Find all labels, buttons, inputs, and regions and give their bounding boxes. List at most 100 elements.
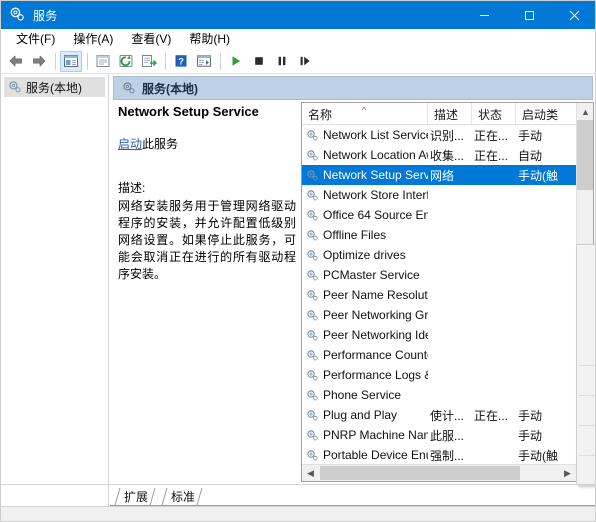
maximize-button[interactable] xyxy=(507,1,552,29)
main-content: 服务(本地) 服务(本地) Network Setup Service xyxy=(1,74,596,484)
context-menu-item[interactable]: 帮助(H) xyxy=(577,459,596,482)
service-name-text: Network Location Aware... xyxy=(323,148,428,162)
table-row[interactable]: Peer Networking Groupi... xyxy=(302,305,576,325)
table-row[interactable]: Network List Service识别...正在...手动 xyxy=(302,125,576,145)
tab-standard-label: 标准 xyxy=(171,488,195,505)
start-service-icon[interactable] xyxy=(225,51,247,72)
show-action-pane-icon[interactable] xyxy=(193,51,215,72)
properties-icon[interactable] xyxy=(92,51,114,72)
description-text: 网络安装服务用于管理网络驱动程序的安装，并允许配置低级别网络设置。如果停止此服务… xyxy=(118,198,296,283)
tab-standard[interactable]: 标准 xyxy=(161,487,203,505)
sort-ascending-icon: ^ xyxy=(362,105,366,115)
service-gear-icon xyxy=(306,249,319,262)
table-row[interactable]: PNRP Machine Name Pu...此服...手动 xyxy=(302,425,576,445)
export-list-icon[interactable] xyxy=(138,51,160,72)
tree-item-services-local[interactable]: 服务(本地) xyxy=(4,77,105,97)
horizontal-scroll-thumb[interactable] xyxy=(320,466,520,480)
table-row[interactable]: Offline Files xyxy=(302,225,576,245)
table-row[interactable]: Performance Logs & Aler... xyxy=(302,365,576,385)
service-gear-icon xyxy=(306,429,319,442)
help-icon[interactable]: ? xyxy=(170,51,192,72)
column-header-description[interactable]: 描述 xyxy=(428,103,472,125)
table-row[interactable]: Peer Networking Identity... xyxy=(302,325,576,345)
service-name-text: Plug and Play xyxy=(323,408,397,422)
table-row[interactable]: Peer Name Resolution Pr... xyxy=(302,285,576,305)
back-arrow-icon[interactable] xyxy=(5,51,27,72)
service-gear-icon xyxy=(306,229,319,242)
cell-service-name: Phone Service xyxy=(302,388,428,402)
pause-service-icon[interactable] xyxy=(271,51,293,72)
service-name-text: Network List Service xyxy=(323,128,428,142)
context-menu-item[interactable]: 属性(R) xyxy=(577,429,596,452)
cell-service-name: Performance Logs & Aler... xyxy=(302,368,428,382)
scroll-up-icon[interactable]: ▲ xyxy=(577,103,594,120)
column-header-name[interactable]: 名称 ^ xyxy=(302,103,428,125)
table-row[interactable]: Network Store Interface ... xyxy=(302,185,576,205)
cell-description: 收集... xyxy=(428,147,472,164)
cell-service-name: Office 64 Source Engine xyxy=(302,208,428,222)
start-service-link[interactable]: 启动 xyxy=(118,137,142,151)
scroll-left-icon[interactable]: ◀ xyxy=(302,465,319,481)
title-bar: 服务 xyxy=(1,1,596,29)
tab-extended[interactable]: 扩展 xyxy=(114,487,156,505)
cell-startup-type: 手动 xyxy=(516,127,576,144)
service-gear-icon xyxy=(306,189,319,202)
service-name-text: Network Setup Service xyxy=(323,168,428,182)
column-header-startup[interactable]: 启动类 xyxy=(516,103,576,125)
cell-startup-type: 手动 xyxy=(516,407,576,424)
forward-arrow-icon[interactable] xyxy=(28,51,50,72)
context-menu-item: 暂停(U) xyxy=(577,293,596,316)
table-row[interactable]: Portable Device Enumera...强制...手动(触 xyxy=(302,445,576,465)
list-rows: Network List Service识别...正在...手动Network … xyxy=(302,125,576,465)
cell-service-name: Network List Service xyxy=(302,128,428,142)
minimize-button[interactable] xyxy=(462,1,507,29)
menu-bar: 文件(F) 操作(A) 查看(V) 帮助(H) xyxy=(1,29,596,49)
cell-service-name: PNRP Machine Name Pu... xyxy=(302,428,428,442)
cell-service-name: Peer Networking Groupi... xyxy=(302,308,428,322)
menu-help[interactable]: 帮助(H) xyxy=(180,30,239,48)
cell-service-name: Network Setup Service xyxy=(302,168,428,182)
table-row[interactable]: Phone Service xyxy=(302,385,576,405)
cell-description: 使计... xyxy=(428,407,472,424)
table-row[interactable]: Network Setup Service网络手动(触 xyxy=(302,165,576,185)
stop-service-icon[interactable] xyxy=(248,51,270,72)
column-header-status[interactable]: 状态 xyxy=(472,103,516,125)
service-gear-icon xyxy=(306,349,319,362)
toolbar-separator-1 xyxy=(55,53,56,70)
cell-startup-type: 手动(触 xyxy=(516,167,576,184)
cell-service-name: Performance Counter DL... xyxy=(302,348,428,362)
table-row[interactable]: PCMaster Service xyxy=(302,265,576,285)
services-window: 服务 文件(F) 操作(A) 查看(V) 帮助(H) xyxy=(0,0,596,522)
menu-view[interactable]: 查看(V) xyxy=(122,30,180,48)
cell-startup-type: 手动(触 xyxy=(516,447,576,464)
cell-service-name: PCMaster Service xyxy=(302,268,428,282)
restart-service-icon[interactable] xyxy=(294,51,316,72)
context-menu-item[interactable]: 所有任务(K)› xyxy=(577,369,596,392)
table-row[interactable]: Optimize drives xyxy=(302,245,576,265)
close-button[interactable] xyxy=(552,1,596,29)
cell-description: 识别... xyxy=(428,127,472,144)
refresh-icon[interactable] xyxy=(115,51,137,72)
cell-startup-type: 自动 xyxy=(516,147,576,164)
cell-description: 此服... xyxy=(428,427,472,444)
context-menu-item[interactable]: 启动(S) xyxy=(577,247,596,270)
scroll-right-icon[interactable]: ▶ xyxy=(559,465,576,481)
service-name-text: PNRP Machine Name Pu... xyxy=(323,428,428,442)
menu-action[interactable]: 操作(A) xyxy=(64,30,122,48)
context-menu-item[interactable]: 刷新(F) xyxy=(577,399,596,422)
list-horizontal-scrollbar[interactable]: ◀ ▶ xyxy=(302,464,576,481)
cell-service-name: Plug and Play xyxy=(302,408,428,422)
cell-description: 强制... xyxy=(428,447,472,464)
tab-edge-right xyxy=(150,488,156,505)
table-row[interactable]: Network Location Aware...收集...正在...自动 xyxy=(302,145,576,165)
services-node-icon xyxy=(122,81,136,95)
table-row[interactable]: Office 64 Source Engine xyxy=(302,205,576,225)
service-name-text: Peer Name Resolution Pr... xyxy=(323,288,428,302)
menu-file[interactable]: 文件(F) xyxy=(7,30,64,48)
cell-service-name: Network Location Aware... xyxy=(302,148,428,162)
service-name-text: PCMaster Service xyxy=(323,268,420,282)
table-row[interactable]: Performance Counter DL... xyxy=(302,345,576,365)
table-row[interactable]: Plug and Play使计...正在...手动 xyxy=(302,405,576,425)
vertical-scroll-thumb[interactable] xyxy=(577,120,594,190)
show-hide-tree-icon[interactable] xyxy=(60,51,82,72)
